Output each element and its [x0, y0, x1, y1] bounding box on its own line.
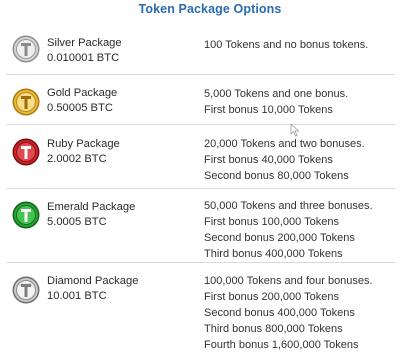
detail-line: First bonus 100,000 Tokens: [204, 216, 339, 228]
mouse-cursor-icon: [290, 123, 302, 137]
package-name-ruby: Ruby Package: [47, 138, 120, 150]
detail-line: First bonus 40,000 Tokens: [204, 154, 333, 166]
package-name-emerald: Emerald Package: [47, 201, 136, 213]
detail-line: First bonus 10,000 Tokens: [204, 104, 333, 116]
detail-line: Third bonus 800,000 Tokens: [204, 323, 343, 335]
package-price-emerald: 5.0005 BTC: [47, 216, 107, 228]
detail-line: First bonus 200,000 Tokens: [204, 291, 339, 303]
package-details-diamond: 100,000 Tokens and four bonuses. First b…: [204, 273, 373, 353]
package-details-silver: 100 Tokens and no bonus tokens.: [204, 37, 368, 53]
silver-coin-icon: [12, 35, 40, 63]
package-name-silver: Silver Package: [47, 37, 122, 49]
package-details-ruby: 20,000 Tokens and two bonuses. First bon…: [204, 136, 365, 184]
detail-line: Fourth bonus 1,600,000 Tokens: [204, 339, 359, 351]
package-price-gold: 0.50005 BTC: [47, 102, 113, 114]
detail-line: 50,000 Tokens and three bonuses.: [204, 200, 373, 212]
detail-line: 100 Tokens and no bonus tokens.: [204, 39, 369, 51]
detail-line: Second bonus 200,000 Tokens: [204, 232, 355, 244]
page-title: Token Package Options: [138, 2, 282, 16]
divider: [6, 74, 395, 75]
detail-line: 5,000 Tokens and one bonus.: [204, 88, 349, 100]
divider: [6, 262, 395, 263]
package-name-diamond: Diamond Package: [47, 275, 139, 287]
divider: [6, 188, 395, 189]
detail-line: Second bonus 80,000 Tokens: [204, 170, 349, 182]
detail-line: Third bonus 400,000 Tokens: [204, 248, 343, 260]
diamond-coin-icon: [12, 276, 40, 304]
detail-line: 100,000 Tokens and four bonuses.: [204, 275, 373, 287]
detail-line: Second bonus 400,000 Tokens: [204, 307, 355, 319]
package-price-ruby: 2.0002 BTC: [47, 153, 107, 165]
emerald-coin-icon: [12, 201, 40, 229]
package-details-gold: 5,000 Tokens and one bonus. First bonus …: [204, 86, 348, 118]
package-price-diamond: 10.001 BTC: [47, 290, 107, 302]
divider: [6, 124, 395, 125]
ruby-coin-icon: [12, 138, 40, 166]
package-name-gold: Gold Package: [47, 87, 118, 99]
detail-line: 20,000 Tokens and two bonuses.: [204, 138, 365, 150]
package-price-silver: 0.010001 BTC: [47, 52, 120, 64]
gold-coin-icon: [12, 88, 40, 116]
package-details-emerald: 50,000 Tokens and three bonuses. First b…: [204, 198, 373, 262]
